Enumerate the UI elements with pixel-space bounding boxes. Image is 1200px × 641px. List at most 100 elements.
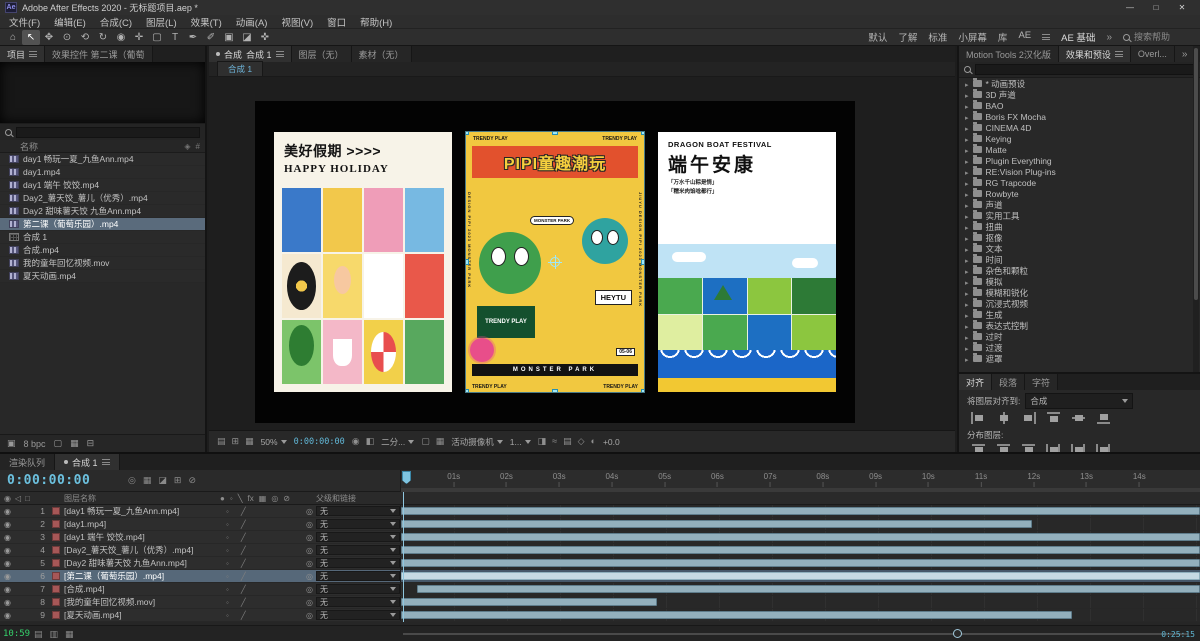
layer-track[interactable] bbox=[400, 583, 1200, 595]
shy-switch[interactable]: ◦ bbox=[226, 585, 229, 594]
effect-category[interactable]: 过时 bbox=[959, 331, 1200, 342]
type-tool[interactable]: T bbox=[166, 30, 184, 45]
effect-category[interactable]: Keying bbox=[959, 133, 1200, 144]
zoom-slider-knob[interactable] bbox=[953, 629, 962, 638]
panel-menu-icon[interactable] bbox=[1115, 51, 1123, 57]
visibility-toggle[interactable]: ◉ bbox=[0, 585, 34, 594]
project-item[interactable]: Day2_薯天饺_薯儿（优秀）.mp4 bbox=[0, 192, 205, 205]
zoom-tool[interactable]: ⊙ bbox=[58, 30, 76, 45]
align-right-icon[interactable] bbox=[1021, 412, 1036, 424]
quality-switch[interactable]: ╱ bbox=[241, 533, 246, 542]
draft-3d-icon[interactable]: ▦ bbox=[143, 475, 152, 486]
parent-dropdown[interactable]: 无 bbox=[316, 597, 400, 607]
rotation-tool[interactable]: ↻ bbox=[94, 30, 112, 45]
expand-arrow-icon[interactable] bbox=[965, 299, 969, 309]
guides-icon[interactable]: ▦ bbox=[245, 436, 254, 447]
poster-happy-holiday[interactable]: 美好假期 >>>> HAPPY HOLIDAY bbox=[274, 132, 452, 392]
layer-name[interactable]: [day1 畅玩一夏_九鱼Ann.mp4] bbox=[64, 505, 220, 517]
effect-category[interactable]: 声道 bbox=[959, 199, 1200, 210]
hide-shy-layers-icon[interactable]: ◪ bbox=[158, 475, 167, 486]
timeline-layer-row[interactable]: ◉ 9 [夏天动画.mp4] ◦ ╱ ◎ 无 bbox=[0, 609, 1200, 622]
quality-switch[interactable]: ╱ bbox=[241, 611, 246, 620]
hand-tool[interactable]: ✥ bbox=[40, 30, 58, 45]
effect-category[interactable]: Boris FX Mocha bbox=[959, 111, 1200, 122]
effect-category[interactable]: RE:Vision Plug-ins bbox=[959, 166, 1200, 177]
parent-dropdown[interactable]: 无 bbox=[316, 506, 400, 516]
layer-name[interactable]: [day1.mp4] bbox=[64, 519, 220, 529]
effect-category[interactable]: 过渡 bbox=[959, 342, 1200, 353]
effect-category[interactable]: Rowbyte bbox=[959, 188, 1200, 199]
align-tab[interactable]: 段落 bbox=[992, 374, 1025, 390]
visibility-toggle[interactable]: ◉ bbox=[0, 507, 34, 516]
layer-duration-bar[interactable] bbox=[401, 598, 657, 606]
menu-item[interactable]: 合成(C) bbox=[93, 15, 139, 29]
layer-name[interactable]: [day1 端午 饺饺.mp4] bbox=[64, 531, 220, 543]
project-item[interactable]: 我的童年回忆视频.mov bbox=[0, 257, 205, 270]
visibility-toggle[interactable]: ◉ bbox=[0, 598, 34, 607]
expand-arrow-icon[interactable] bbox=[965, 189, 969, 199]
pixel-grid-icon[interactable]: ⊞ bbox=[232, 436, 240, 447]
project-item[interactable]: day1 端午 饺饺.mp4 bbox=[0, 179, 205, 192]
tab-motion-tools[interactable]: Motion Tools 2汉化版 bbox=[959, 46, 1059, 62]
brush-tool[interactable]: ✐ bbox=[202, 30, 220, 45]
layer-track[interactable] bbox=[400, 531, 1200, 543]
align-to-dropdown[interactable]: 合成 bbox=[1025, 393, 1133, 409]
lock-column-icon[interactable]: □ bbox=[25, 494, 30, 503]
selection-handle[interactable] bbox=[641, 259, 644, 265]
new-folder-icon[interactable]: ▢ bbox=[54, 438, 63, 449]
work-area-bar[interactable] bbox=[401, 488, 1200, 492]
effect-category[interactable]: * 动画预设 bbox=[959, 78, 1200, 89]
layer-duration-bar[interactable] bbox=[401, 546, 1200, 554]
layer-track[interactable] bbox=[400, 505, 1200, 517]
workspace-tab-current[interactable]: AE 基础 bbox=[1061, 30, 1095, 44]
workspace-tab[interactable]: 库 bbox=[998, 30, 1008, 44]
project-item[interactable]: Day2 甜味薯天饺 九鱼Ann.mp4 bbox=[0, 205, 205, 218]
project-item[interactable]: 第二课（葡萄乐园）.mp4 bbox=[0, 218, 205, 231]
help-search-input[interactable] bbox=[1134, 32, 1196, 42]
selection-handle[interactable] bbox=[466, 132, 469, 135]
label-color-chip[interactable] bbox=[52, 559, 60, 567]
expand-arrow-icon[interactable] bbox=[965, 101, 969, 111]
frame-blending-icon[interactable]: ⊞ bbox=[174, 475, 182, 486]
motion-blur-icon[interactable]: ⊘ bbox=[188, 475, 196, 486]
effect-category[interactable]: CINEMA 4D bbox=[959, 122, 1200, 133]
audio-switch-icon[interactable]: ◦ bbox=[230, 494, 233, 503]
orbit-camera-tool[interactable]: ⟲ bbox=[76, 30, 94, 45]
effect-category[interactable]: 表达式控制 bbox=[959, 320, 1200, 331]
timeline-layer-row[interactable]: ◉ 1 [day1 畅玩一夏_九鱼Ann.mp4] ◦ ╱ ◎ 无 bbox=[0, 505, 1200, 518]
layer-duration-bar[interactable] bbox=[401, 533, 1200, 541]
selection-handle[interactable] bbox=[641, 389, 644, 392]
show-snapshot-icon[interactable]: ◧ bbox=[366, 436, 375, 447]
toggle-switches-modes-icon[interactable]: ▤ bbox=[34, 629, 43, 640]
pen-tool[interactable]: ✒ bbox=[184, 30, 202, 45]
selection-handle[interactable] bbox=[466, 259, 469, 265]
take-snapshot-icon[interactable]: ◉ bbox=[352, 436, 360, 447]
effect-category[interactable]: BAO bbox=[959, 100, 1200, 111]
tab-layer[interactable]: 图层（无） bbox=[292, 46, 352, 62]
comp-mini-tab[interactable]: 合成 1 bbox=[217, 61, 263, 76]
scrollbar-thumb[interactable] bbox=[1194, 48, 1198, 300]
effect-category[interactable]: 时间 bbox=[959, 254, 1200, 265]
3d-switch-icon[interactable]: ⊘ bbox=[283, 494, 290, 503]
tab-effects-presets[interactable]: 效果和预设 bbox=[1059, 46, 1131, 62]
expand-arrow-icon[interactable] bbox=[965, 332, 969, 342]
camera-tool[interactable]: ◉ bbox=[112, 30, 130, 45]
quality-switch[interactable]: ╱ bbox=[241, 598, 246, 607]
poster-dragon-boat[interactable]: DRAGON BOAT FESTIVAL 端午安康 「万水千山粽是情」 「糯米肉… bbox=[658, 132, 836, 392]
adjustment-layer-switch-icon[interactable]: ◎ bbox=[271, 494, 278, 503]
audio-column-icon[interactable]: ◁ bbox=[15, 494, 21, 503]
align-vertical-center-icon[interactable] bbox=[1071, 412, 1086, 424]
timeline-layer-row[interactable]: ◉ 7 [合成.mp4] ◦ ╱ ◎ 无 bbox=[0, 583, 1200, 596]
expand-arrow-icon[interactable] bbox=[965, 288, 969, 298]
exposure-value[interactable]: +0.0 bbox=[603, 437, 620, 447]
label-color-chip[interactable] bbox=[52, 520, 60, 528]
tab-effect-controls[interactable]: 效果控件 第二课（葡萄 bbox=[45, 46, 153, 62]
quality-switch[interactable]: ╱ bbox=[241, 585, 246, 594]
layer-name-column-header[interactable]: 图层名称 bbox=[64, 493, 220, 504]
menu-item[interactable]: 动画(A) bbox=[229, 15, 275, 29]
menu-item[interactable]: 编辑(E) bbox=[47, 15, 93, 29]
layer-duration-bar[interactable] bbox=[401, 507, 1200, 515]
project-item[interactable]: 夏天动画.mp4 bbox=[0, 270, 205, 283]
type-column-icon[interactable]: # bbox=[196, 142, 200, 151]
effect-category[interactable]: 遮罩 bbox=[959, 353, 1200, 364]
